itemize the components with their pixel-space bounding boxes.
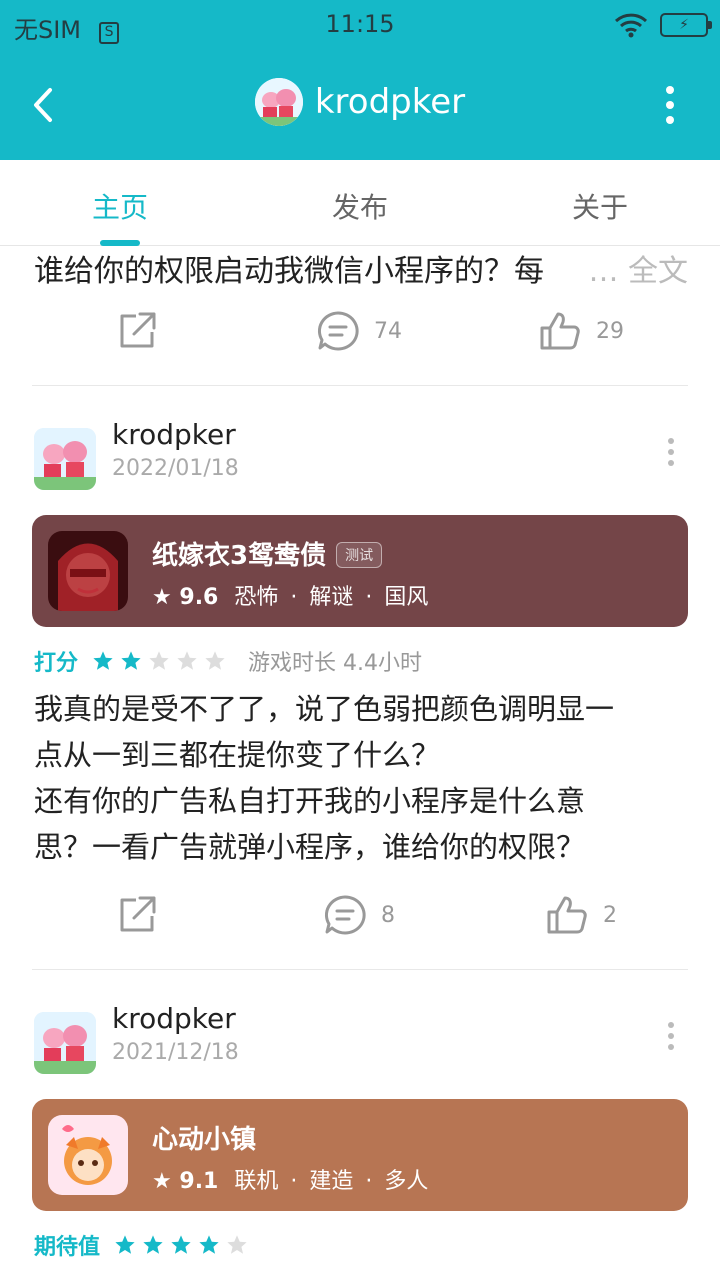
like-count: 2	[603, 902, 617, 928]
star-filled-icon	[143, 1235, 163, 1254]
share-icon	[120, 896, 156, 932]
comment-icon	[324, 895, 366, 935]
star-filled-icon	[199, 1235, 219, 1254]
post-actions: 74 29	[0, 310, 720, 370]
test-badge: 测试	[336, 542, 383, 568]
playtime: 游戏时长 4.4小时	[248, 651, 422, 676]
rating-label: 打分	[34, 651, 79, 676]
post-excerpt: 谁给你的权限启动我微信小程序的？每	[34, 254, 544, 289]
post-date: 2021/12/18	[112, 1040, 239, 1065]
feed[interactable]: 谁给你的权限启动我微信小程序的？每 … 全文 74 29 krodpker 20…	[0, 246, 720, 1280]
star-empty-icon	[205, 651, 225, 670]
star-rating	[114, 1234, 248, 1256]
clock: 11:15	[325, 10, 395, 38]
post-line: 我真的是受不了了，说了色弱把颜色调明显一	[34, 692, 615, 726]
post-line: 思？一看广告就弹小程序，谁给你的权限？	[34, 830, 586, 864]
game-icon	[48, 1115, 128, 1195]
comment-button[interactable]: 8	[323, 894, 395, 936]
star-empty-icon	[149, 651, 169, 670]
profile-title: krodpker	[314, 82, 466, 122]
post-avatar[interactable]	[34, 428, 96, 490]
game-title: 纸嫁衣3鸳鸯债 测试	[152, 535, 383, 572]
like-count: 29	[596, 318, 624, 344]
charging-battery-icon: ⚡	[660, 13, 712, 37]
game-tag: 解谜	[309, 585, 354, 610]
like-button[interactable]: 2	[545, 894, 617, 936]
thumbs-up-icon	[547, 896, 587, 934]
star-rating	[92, 650, 226, 672]
game-card[interactable]: 纸嫁衣3鸳鸯债 测试 ★ 9.6 恐怖 · 解谜 · 国风	[32, 515, 688, 627]
divider	[32, 385, 688, 386]
status-bar: 无SIM S 11:15 ⚡	[0, 0, 720, 52]
star-empty-icon	[227, 1235, 247, 1254]
tab-home[interactable]: 主页	[0, 186, 240, 226]
game-tag: 恐怖	[234, 585, 279, 610]
share-icon	[120, 312, 156, 348]
share-button[interactable]	[116, 894, 158, 936]
tab-about[interactable]: 关于	[480, 186, 720, 226]
wifi-icon	[614, 13, 648, 38]
game-meta: ★ 9.1 联机 · 建造 · 多人	[152, 1169, 429, 1194]
share-button[interactable]	[116, 310, 158, 352]
game-score-value: 9.6	[179, 585, 219, 610]
post-header: krodpker 2021/12/18	[0, 1000, 720, 1080]
post-more-icon[interactable]	[668, 438, 676, 471]
game-name-text: 纸嫁衣3鸳鸯债	[152, 541, 327, 571]
divider	[32, 969, 688, 970]
comment-count: 8	[381, 902, 395, 928]
game-icon	[48, 531, 128, 611]
post-username[interactable]: krodpker	[112, 1002, 236, 1035]
star-filled-icon	[93, 651, 113, 670]
tab-posts[interactable]: 发布	[240, 186, 480, 226]
comment-icon	[317, 311, 359, 351]
game-tag: 国风	[384, 585, 429, 610]
game-score-value: 9.1	[179, 1169, 219, 1194]
game-title: 心动小镇	[152, 1125, 257, 1155]
post-line: 还有你的广告私自打开我的小程序是什么意	[34, 784, 586, 818]
game-tag: 建造	[309, 1169, 354, 1194]
star-filled-icon	[115, 1235, 135, 1254]
post-actions: 8 2	[0, 894, 720, 954]
post-header: krodpker 2022/01/18	[0, 416, 720, 496]
rating-row: 打分 游戏时长 4.4小时	[34, 646, 422, 676]
game-meta: ★ 9.6 恐怖 · 解谜 · 国风	[152, 585, 429, 610]
star-filled-icon	[121, 651, 141, 670]
game-score: ★ 9.6	[152, 585, 219, 610]
comment-button[interactable]: 74	[316, 310, 402, 352]
thumbs-up-icon	[540, 312, 580, 350]
rating-row: 期待值	[34, 1230, 270, 1260]
more-options-icon[interactable]	[664, 86, 676, 126]
post-body[interactable]: 我真的是受不了了，说了色弱把颜色调明显一 点从一到三都在提你变了什么？ 还有你的…	[34, 686, 690, 870]
rating-label: 期待值	[34, 1235, 101, 1260]
star-filled-icon	[171, 1235, 191, 1254]
game-card[interactable]: 心动小镇 ★ 9.1 联机 · 建造 · 多人	[32, 1099, 688, 1211]
comment-count: 74	[374, 318, 402, 344]
user-avatar	[254, 78, 303, 126]
star-empty-icon	[177, 651, 197, 670]
post-date: 2022/01/18	[112, 456, 239, 481]
post-username[interactable]: krodpker	[112, 418, 236, 451]
game-score: ★ 9.1	[152, 1169, 219, 1194]
like-button[interactable]: 29	[538, 310, 624, 352]
post-avatar[interactable]	[34, 1012, 96, 1074]
app-bar: krodpker	[0, 52, 720, 160]
game-tag: 多人	[384, 1169, 429, 1194]
read-full-link[interactable]: … 全文	[580, 246, 688, 290]
post-line: 点从一到三都在提你变了什么？	[34, 738, 441, 772]
post-more-icon[interactable]	[668, 1022, 676, 1055]
tab-bar: 主页 发布 关于	[0, 160, 720, 246]
game-tag: 联机	[234, 1169, 279, 1194]
